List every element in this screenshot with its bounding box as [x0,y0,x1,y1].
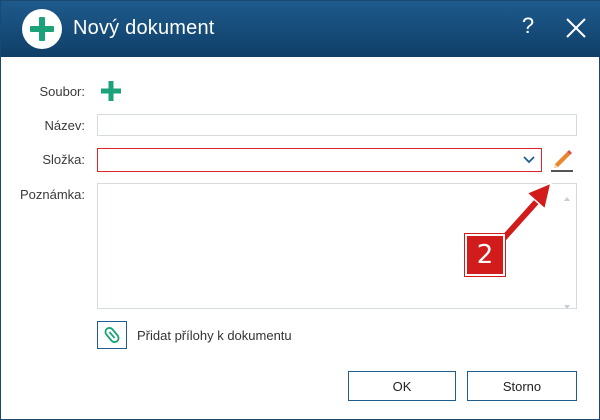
help-button[interactable]: ? [515,13,541,43]
slozka-select[interactable] [97,148,542,172]
ok-button[interactable]: OK [348,371,456,401]
poznamka-label: Poznámka: [19,187,85,202]
soubor-label: Soubor: [39,84,85,99]
title-bar: Nový dokument ? [1,1,600,57]
scroll-down-arrow-icon[interactable] [563,297,571,309]
plus-circle-icon [22,9,62,49]
chevron-down-icon[interactable] [521,153,537,167]
storno-button[interactable]: Storno [467,371,577,401]
close-icon[interactable] [563,15,589,41]
scroll-up-arrow-icon[interactable] [563,189,571,201]
new-document-dialog: Nový dokument ? Soubor: Název: Složka: P… [0,0,600,420]
nazev-label: Název: [44,118,85,133]
dialog-title: Nový dokument [73,17,215,39]
add-file-plus-icon[interactable] [100,80,122,102]
slozka-label: Složka: [42,152,85,167]
add-attachments-label[interactable]: Přidat přílohy k dokumentu [137,328,292,343]
nazev-input[interactable] [97,114,577,136]
paperclip-icon[interactable] [97,321,127,349]
edit-folder-pencil-icon[interactable] [550,147,574,173]
annotation-badge: 2 [465,234,505,276]
